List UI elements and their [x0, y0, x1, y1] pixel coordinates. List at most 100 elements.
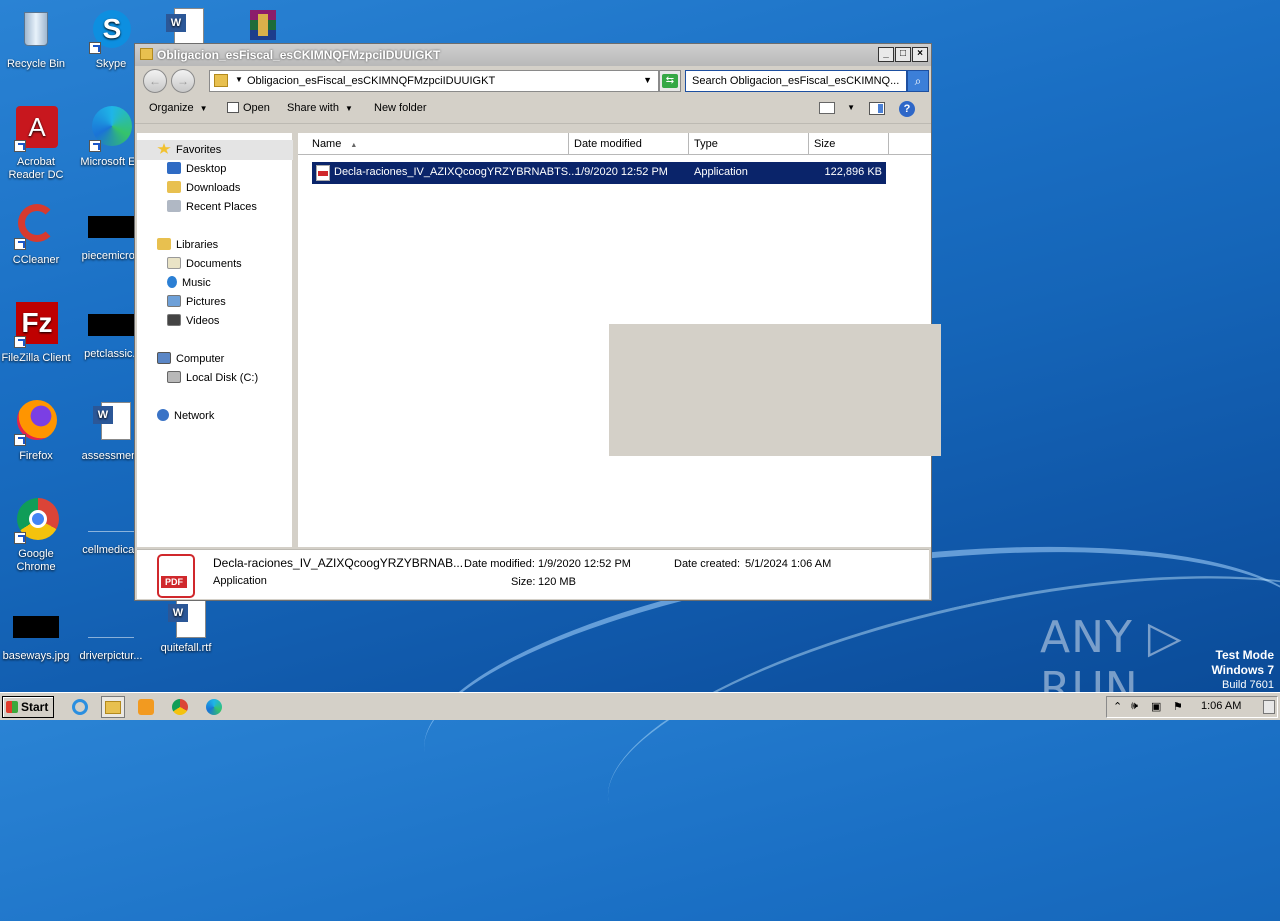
- start-button[interactable]: Start: [2, 696, 54, 718]
- nav-label: Videos: [186, 315, 220, 327]
- edge-icon[interactable]: [202, 696, 226, 718]
- nav-libraries[interactable]: Libraries: [157, 237, 218, 253]
- start-label: Start: [21, 700, 49, 714]
- search-icon[interactable]: ⌕: [907, 70, 929, 92]
- nav-pictures[interactable]: Pictures: [167, 294, 226, 310]
- show-desktop-button[interactable]: [1263, 700, 1275, 714]
- open-label: Open: [243, 102, 270, 114]
- nav-computer[interactable]: Computer: [157, 351, 224, 367]
- maximize-button[interactable]: □: [895, 47, 911, 62]
- libraries-icon: [157, 238, 171, 250]
- firefox-icon: [12, 398, 60, 446]
- organize-label: Organize: [149, 102, 194, 114]
- column-header-name[interactable]: Name ▲: [298, 133, 569, 155]
- nav-local-disk[interactable]: Local Disk (C:): [167, 370, 258, 386]
- desktop-icon-driverpictur[interactable]: driverpictur...: [75, 604, 147, 663]
- chevron-down-icon: ▼: [344, 104, 353, 113]
- nav-favorites[interactable]: Favorites: [157, 142, 221, 158]
- nav-desktop[interactable]: Desktop: [167, 161, 226, 177]
- skype-icon: S: [87, 6, 135, 54]
- search-input[interactable]: Search Obligacion_esFiscal_esCKIMNQ...: [685, 70, 907, 92]
- show-hidden-icons-icon[interactable]: ⌃: [1113, 700, 1122, 713]
- desktop-icon-acrobat[interactable]: A Acrobat Reader DC: [0, 104, 72, 182]
- refresh-button[interactable]: ⇆: [659, 70, 681, 92]
- media-player-icon[interactable]: [134, 696, 158, 718]
- nav-recent-places[interactable]: Recent Places: [167, 199, 257, 215]
- music-icon: [167, 276, 177, 288]
- internet-explorer-icon[interactable]: [68, 696, 92, 718]
- desktop-icon-quitefall[interactable]: W quitefall.rtf: [150, 600, 222, 655]
- nav-label: Music: [182, 277, 211, 289]
- change-view-icon[interactable]: [819, 102, 835, 114]
- folder-icon: [214, 74, 228, 87]
- share-with-menu[interactable]: Share with ▼: [287, 102, 353, 114]
- desktop-icon-ccleaner[interactable]: CCleaner: [0, 202, 72, 267]
- address-dropdown-icon[interactable]: ▼: [643, 75, 652, 85]
- nav-music[interactable]: Music: [167, 275, 211, 291]
- documents-icon: [167, 257, 181, 269]
- recent-places-icon: [167, 200, 181, 212]
- file-list: Name ▲ Date modified Type Size Decla-rac…: [298, 133, 941, 547]
- hard-drive-icon: [167, 371, 181, 383]
- taskbar: Start ⌃ 🕪 ▣ ⚑ 1:06 AM: [0, 692, 1280, 720]
- organize-menu[interactable]: Organize ▼: [149, 102, 208, 114]
- pdf-file-icon: PDF: [157, 554, 195, 598]
- details-date-modified: 1/9/2020 12:52 PM: [538, 558, 631, 570]
- nav-label: Libraries: [176, 239, 219, 251]
- new-folder-button[interactable]: New folder: [374, 102, 427, 114]
- nav-label: Documents: [186, 258, 242, 270]
- desktop-icon-recycle-bin[interactable]: Recycle Bin: [0, 6, 72, 71]
- close-button[interactable]: ×: [912, 47, 928, 62]
- explorer-icon[interactable]: [101, 696, 125, 718]
- build-label: Build 7601: [1222, 679, 1274, 691]
- open-button[interactable]: Open: [227, 102, 270, 114]
- details-size-label: Size:: [511, 576, 536, 588]
- network-status-icon[interactable]: ▣: [1151, 700, 1161, 713]
- nav-label: Downloads: [186, 182, 241, 194]
- chevron-down-icon[interactable]: ▼: [235, 75, 243, 84]
- chrome-icon[interactable]: [168, 696, 192, 718]
- clock[interactable]: 1:06 AM: [1201, 700, 1241, 712]
- image-file-icon: [88, 314, 134, 336]
- nav-documents[interactable]: Documents: [167, 256, 242, 272]
- downloads-icon: [167, 181, 181, 193]
- chevron-down-icon: ▼: [199, 104, 208, 113]
- windows-logo-icon: [6, 701, 18, 713]
- action-center-icon[interactable]: ⚑: [1173, 700, 1183, 713]
- ccleaner-icon: [12, 202, 60, 250]
- desktop-icon-label: Acrobat Reader DC: [8, 156, 64, 181]
- desktop-icon-label: Google Chrome: [16, 548, 56, 573]
- minimize-button[interactable]: _: [878, 47, 894, 62]
- help-button[interactable]: ?: [899, 101, 915, 117]
- back-button[interactable]: ←: [143, 69, 167, 93]
- column-header-date-modified[interactable]: Date modified: [569, 133, 689, 155]
- acrobat-icon: A: [12, 104, 60, 152]
- desktop-icon-label: CCleaner: [12, 254, 60, 266]
- column-header-blank: [889, 133, 931, 155]
- desktop-icon-label: driverpictur...: [79, 650, 143, 662]
- pdf-file-icon: [316, 165, 330, 181]
- preview-pane-icon[interactable]: [869, 102, 885, 115]
- chevron-down-icon[interactable]: ▼: [847, 103, 855, 112]
- forward-button[interactable]: →: [171, 69, 195, 93]
- windows-version-label: Windows 7: [1211, 663, 1274, 677]
- volume-icon[interactable]: 🕪: [1131, 700, 1138, 713]
- nav-videos[interactable]: Videos: [167, 313, 219, 329]
- column-header-type[interactable]: Type: [689, 133, 809, 155]
- address-input[interactable]: ▼ Obligacion_esFiscal_esCKIMNQFMzpciIDUU…: [209, 70, 659, 92]
- desktop-icon-filezilla[interactable]: Fz FileZilla Client: [0, 300, 72, 365]
- nav-label: Network: [174, 410, 215, 422]
- desktop-icon-baseways[interactable]: baseways.jpg: [0, 604, 72, 663]
- navigation-pane: Favorites Desktop Downloads Recent Place…: [137, 133, 295, 547]
- nav-downloads[interactable]: Downloads: [167, 180, 240, 196]
- desktop-icon-chrome[interactable]: Google Chrome: [0, 496, 72, 574]
- details-date-created-label: Date created:: [674, 558, 741, 570]
- file-date-modified: 1/9/2020 12:52 PM: [575, 166, 668, 178]
- edge-icon: [87, 104, 135, 152]
- title-bar[interactable]: Obligacion_esFiscal_esCKIMNQFMzpciIDUUIG…: [135, 44, 931, 66]
- column-header-size[interactable]: Size: [809, 133, 889, 155]
- nav-network[interactable]: Network: [157, 408, 214, 424]
- image-file-icon: [13, 616, 59, 638]
- table-row[interactable]: Decla-raciones_IV_AZIXQcoogYRZYBRNABTS..…: [312, 162, 886, 184]
- desktop-icon-firefox[interactable]: Firefox: [0, 398, 72, 463]
